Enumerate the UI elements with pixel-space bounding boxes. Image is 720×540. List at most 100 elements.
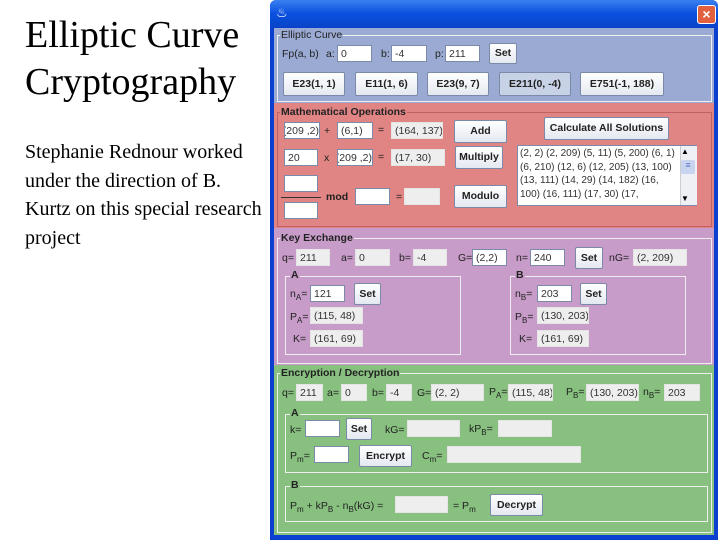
denominator-input[interactable] <box>284 202 318 219</box>
na-input[interactable]: 121 <box>310 285 345 302</box>
key-n-input[interactable]: 240 <box>530 249 565 266</box>
slide-title: Elliptic Curve Cryptography <box>25 12 239 106</box>
key-b-value: -4 <box>413 249 447 266</box>
na-set-button[interactable]: Set <box>354 283 381 305</box>
key-panel-title: Key Exchange <box>280 232 354 244</box>
mod-equals-label: = <box>396 191 403 203</box>
solutions-textarea[interactable]: (2, 2) (2, 209) (5, 11) (5, 200) (6, 1) … <box>517 145 697 206</box>
slide-body: Stephanie Rednour worked under the direc… <box>25 141 262 249</box>
kb-label: K= <box>519 333 533 345</box>
add-point-2-input[interactable]: (6,1) <box>337 122 373 139</box>
title-line-1: Elliptic Curve <box>25 14 240 56</box>
multiply-button[interactable]: Multiply <box>455 146 503 169</box>
nb-set-button[interactable]: Set <box>580 283 607 305</box>
close-button[interactable]: × <box>697 5 716 24</box>
add-button[interactable]: Add <box>454 120 507 143</box>
k-set-button[interactable]: Set <box>346 418 372 440</box>
ng-label: nG= <box>609 252 630 264</box>
key-a-value: 0 <box>355 249 390 266</box>
enc-pa-value: (115, 48) <box>508 384 553 401</box>
kg-label: kG= <box>385 424 405 436</box>
enc-b-value: -4 <box>386 384 412 401</box>
cm-value <box>447 446 581 463</box>
g-label: G= <box>458 252 473 264</box>
curve-panel-title: Elliptic Curve <box>280 29 344 41</box>
fp-label: Fp(a, b) <box>282 48 319 60</box>
key-q-value: 211 <box>296 249 330 266</box>
multiply-equals-label: = <box>378 151 385 163</box>
pa-label: PA= <box>290 311 309 326</box>
ka-value: (161, 69) <box>310 330 363 347</box>
kpb-label: kPB= <box>469 423 493 438</box>
scroll-down-icon[interactable]: ▼ <box>681 194 689 203</box>
preset-e23-9-7[interactable]: E23(9, 7) <box>427 72 489 96</box>
a-label: a= <box>341 252 353 264</box>
nb-label: nB= <box>515 288 533 303</box>
kpb-value <box>498 420 552 437</box>
times-label: x <box>324 152 330 164</box>
enc-q-value: 211 <box>296 384 323 401</box>
add-equals-label: = <box>378 124 385 136</box>
calculate-all-solutions-button[interactable]: Calculate All Solutions <box>544 117 669 140</box>
g-label: G= <box>417 387 432 399</box>
multiply-result: (17, 30) <box>391 149 445 166</box>
decrypt-result <box>395 496 448 513</box>
key-g-input[interactable]: (2,2) <box>472 249 507 266</box>
cm-label: Cm= <box>422 450 443 465</box>
pa-value: (115, 48) <box>310 307 363 324</box>
p-label: p: <box>435 48 444 60</box>
kg-value <box>407 420 460 437</box>
curve-set-button[interactable]: Set <box>489 43 517 64</box>
enc-pb-value: (130, 203) <box>586 384 639 401</box>
pm-input[interactable] <box>314 446 349 463</box>
enc-a-title: A <box>290 407 300 419</box>
mod-label: mod <box>326 191 349 203</box>
key-a-title: A <box>290 269 300 281</box>
modulo-button[interactable]: Modulo <box>454 185 507 208</box>
scroll-up-icon[interactable]: ▲ <box>681 147 689 156</box>
title-line-2: Cryptography <box>25 61 237 103</box>
equals-pm-label: = Pm <box>453 500 476 515</box>
scroll-thumb[interactable]: ≡ <box>681 160 695 174</box>
k-label: k= <box>290 424 302 436</box>
enc-g-value: (2, 2) <box>431 384 484 401</box>
na-label: nA= <box>290 288 308 303</box>
enc-b-title: B <box>290 479 300 491</box>
mod-input[interactable] <box>355 188 390 205</box>
key-b-title: B <box>515 269 525 281</box>
java-cup-icon: ♨ <box>276 5 288 20</box>
pb-value: (130, 203) <box>537 307 589 324</box>
b-input[interactable]: -4 <box>391 45 427 62</box>
numerator-input[interactable] <box>284 175 318 192</box>
multiply-scalar-input[interactable]: 20 <box>284 149 318 166</box>
k-input[interactable] <box>305 420 340 437</box>
decrypt-button[interactable]: Decrypt <box>490 494 543 516</box>
a-label: a= <box>327 387 339 399</box>
add-result: (164, 137) <box>391 122 443 139</box>
key-ng-value: (2, 209) <box>633 249 687 266</box>
math-panel-title: Mathematical Operations <box>280 106 407 118</box>
decrypt-formula: Pm + kPB - nB(kG) = <box>290 500 384 515</box>
preset-e751-1-188[interactable]: E751(-1, 188) <box>580 72 664 96</box>
encrypt-button[interactable]: Encrypt <box>359 445 412 467</box>
kb-value: (161, 69) <box>537 330 589 347</box>
preset-e211-0-4[interactable]: E211(0, -4) <box>499 72 571 96</box>
a-input[interactable]: 0 <box>337 45 372 62</box>
multiply-point-input[interactable]: (2, 209) <box>337 149 373 166</box>
preset-e23-1-1[interactable]: E23(1, 1) <box>283 72 345 96</box>
q-label: q= <box>282 387 294 399</box>
preset-e11-1-6[interactable]: E11(1, 6) <box>355 72 418 96</box>
add-point-1-input[interactable]: (2, 209) <box>284 122 320 139</box>
fraction-line <box>281 197 321 198</box>
ka-label: K= <box>293 333 307 345</box>
p-input[interactable]: 211 <box>445 45 480 62</box>
pb-label: PB= <box>566 386 585 401</box>
b-label: b= <box>399 252 411 264</box>
a-label: a: <box>326 48 335 60</box>
key-set-button[interactable]: Set <box>575 247 603 269</box>
nb-input[interactable]: 203 <box>537 285 572 302</box>
pb-label: PB= <box>515 311 534 326</box>
enc-a-value: 0 <box>341 384 367 401</box>
q-label: q= <box>282 252 294 264</box>
title-bar[interactable] <box>270 0 718 27</box>
